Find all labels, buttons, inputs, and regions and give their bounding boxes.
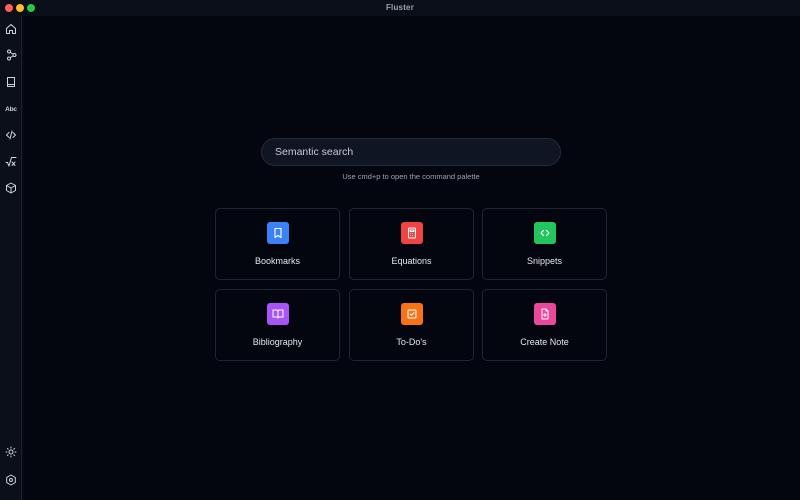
code-icon: [540, 229, 550, 237]
card-bookmarks[interactable]: Bookmarks: [215, 208, 340, 280]
card-label: To-Do's: [396, 337, 427, 347]
file-plus-icon: [541, 308, 549, 320]
search-bar[interactable]: [261, 138, 561, 166]
home-icon: [6, 24, 16, 34]
command-palette-hint: Use cmd+p to open the command palette: [342, 172, 480, 181]
card-label: Equations: [391, 256, 432, 266]
settings-button[interactable]: [3, 472, 19, 488]
card-label: Create Note: [520, 337, 569, 347]
window-title: Fluster: [385, 3, 415, 12]
calculator-icon: [408, 227, 416, 239]
bookmark-icon: [274, 227, 282, 239]
theme-toggle-button[interactable]: [3, 444, 19, 460]
nodes-icon: [7, 49, 17, 61]
abc-icon: Abc: [5, 105, 17, 113]
checkbox-icon: [407, 309, 417, 319]
card-badge: [534, 303, 556, 325]
title-bar: Fluster: [0, 0, 800, 16]
card-label: Snippets: [526, 256, 563, 266]
book-icon: [7, 77, 15, 87]
main-content: Use cmd+p to open the command palette Bo…: [23, 16, 800, 500]
sidebar-item-dictionary[interactable]: Abc: [3, 101, 19, 117]
card-badge: [534, 222, 556, 244]
sidebar: Abc: [0, 16, 22, 500]
sidebar-item-notes[interactable]: [3, 74, 19, 90]
card-label: Bookmarks: [254, 256, 300, 266]
card-badge: [267, 303, 289, 325]
open-book-icon: [272, 309, 284, 319]
card-bibliography[interactable]: Bibliography: [215, 289, 340, 361]
card-badge: [267, 222, 289, 244]
search-input[interactable]: [275, 146, 545, 158]
card-todos[interactable]: To-Do's: [349, 289, 474, 361]
card-create-note[interactable]: Create Note: [482, 289, 607, 361]
card-equations[interactable]: Equations: [349, 208, 474, 280]
settings-icon: [6, 474, 16, 486]
sun-icon: [5, 446, 17, 458]
card-badge: [401, 222, 423, 244]
sidebar-item-network[interactable]: [3, 47, 19, 63]
sidebar-item-cube[interactable]: [3, 180, 19, 196]
card-snippets[interactable]: Snippets: [482, 208, 607, 280]
code-icon: [5, 130, 17, 140]
sidebar-item-equations[interactable]: [3, 154, 19, 170]
card-badge: [401, 303, 423, 325]
sidebar-item-snippets[interactable]: [3, 127, 19, 143]
sqrt-icon: [5, 157, 17, 167]
sidebar-item-home[interactable]: [3, 21, 19, 37]
cube-icon: [6, 182, 16, 194]
card-label: Bibliography: [252, 337, 303, 347]
